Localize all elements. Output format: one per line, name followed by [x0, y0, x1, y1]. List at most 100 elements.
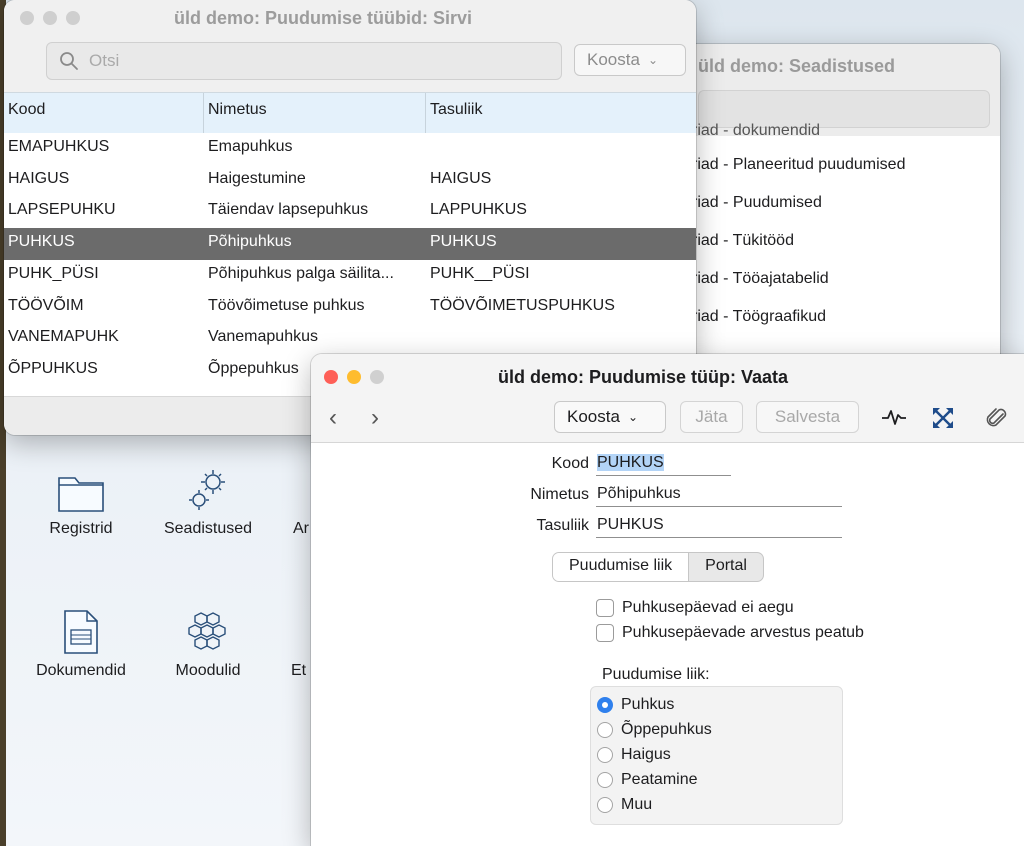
- radio-label: Puhkus: [621, 696, 675, 713]
- minimize-button[interactable]: [43, 11, 57, 25]
- zoom-button[interactable]: [370, 370, 384, 384]
- settings-list-item[interactable]: riad - Töögraafikud: [692, 308, 826, 326]
- tab-portal[interactable]: Portal: [689, 553, 763, 581]
- record-window: üld demo: Puudumise tüüp: Vaata ‹ › Koos…: [311, 354, 1024, 846]
- tasuliik-field[interactable]: PUHKUS: [596, 515, 842, 538]
- table-cell-tasuliik: PUHKUS: [430, 233, 497, 251]
- search-input[interactable]: [87, 50, 531, 72]
- koosta-label: Koosta: [587, 50, 640, 69]
- table-cell-tasuliik: LAPPUHKUS: [430, 201, 527, 219]
- folder-icon: [26, 466, 136, 514]
- desktop-icon-moodulid[interactable]: Moodulid: [153, 608, 263, 680]
- nimetus-label: Nimetus: [530, 486, 589, 503]
- desktop-icon-registrid[interactable]: Registrid: [26, 466, 136, 538]
- checkbox-arvestus-peatub[interactable]: Puhkusepäevade arvestus peatub: [596, 624, 864, 642]
- jata-button[interactable]: Jäta: [680, 401, 743, 433]
- desktop-icon-label: Registrid: [49, 520, 113, 537]
- table-row[interactable]: HAIGUS Haigestumine HAIGUS: [4, 165, 696, 197]
- koosta-button[interactable]: Koosta ⌄: [574, 44, 686, 76]
- table-header: Kood Nimetus Tasuliik: [4, 92, 696, 134]
- settings-list-item[interactable]: riad - dokumendid: [692, 122, 820, 140]
- gears-icon: [153, 466, 263, 514]
- radio-button[interactable]: [597, 722, 613, 738]
- desktop-icon-label: Moodulid: [175, 662, 241, 679]
- browse-titlebar: üld demo: Puudumise tüübid: Sirvi Koosta…: [4, 0, 696, 92]
- kood-field[interactable]: PUHKUS: [596, 453, 731, 476]
- koosta-label: Koosta: [567, 407, 620, 426]
- chevron-down-icon: ⌄: [627, 410, 638, 424]
- table-row[interactable]: PUHKUS Põhipuhkus PUHKUS: [4, 228, 696, 261]
- radio-haigus[interactable]: Haigus: [597, 746, 671, 764]
- search-icon: [60, 52, 78, 70]
- desktop-icon-partial[interactable]: Et: [291, 608, 311, 680]
- table-cell-kood: PUHK_PÜSI: [8, 264, 99, 282]
- column-header-nimetus[interactable]: Nimetus: [203, 93, 425, 133]
- desktop-icon-dokumendid[interactable]: Dokumendid: [26, 608, 136, 680]
- table-row[interactable]: PUHK_PÜSI Põhipuhkus palga säilita... PUHK…: [4, 260, 696, 292]
- desktop-icon-label: Seadistused: [163, 520, 253, 537]
- paperclip-icon[interactable]: [985, 406, 1009, 432]
- radio-label: Muu: [621, 796, 653, 813]
- settings-list-item[interactable]: riad - Tükitööd: [692, 232, 794, 250]
- back-arrow-icon[interactable]: ‹: [329, 404, 337, 432]
- forward-arrow-icon[interactable]: ›: [371, 404, 379, 432]
- search-box[interactable]: [46, 42, 562, 80]
- window-title: üld demo: Puudumise tüüp: Vaata: [498, 367, 789, 387]
- radio-button[interactable]: [597, 747, 613, 763]
- table-cell-nimetus: Emapuhkus: [208, 138, 293, 155]
- radio-puhkus[interactable]: Puhkus: [597, 696, 674, 714]
- column-header-kood[interactable]: Kood: [4, 93, 203, 133]
- activity-icon[interactable]: [881, 406, 907, 428]
- table-cell-tasuliik: PUHK__PÜSI: [430, 264, 530, 282]
- tab-puudumise-liik[interactable]: Puudumise liik: [553, 553, 690, 581]
- close-button[interactable]: [324, 370, 338, 384]
- radio-oppepuhkus[interactable]: Õppepuhkus: [597, 721, 712, 739]
- column-header-tasuliik[interactable]: Tasuliik: [425, 93, 696, 133]
- radio-label: Peatamine: [621, 771, 698, 788]
- table-cell-nimetus: Haigestumine: [208, 169, 306, 187]
- zoom-button[interactable]: [66, 11, 80, 25]
- table-cell-nimetus: Töövõimetuse puhkus: [208, 296, 365, 314]
- checkbox-box[interactable]: [596, 599, 614, 617]
- table-row[interactable]: EMAPUHKUS Emapuhkus: [4, 133, 696, 165]
- table-row[interactable]: TÖÖVÕIM Töövõimetuse puhkus TÖÖVÕIMETUSPUH…: [4, 292, 696, 324]
- radio-button[interactable]: [597, 772, 613, 788]
- tab-bar: Puudumise liik Portal: [552, 552, 764, 582]
- radio-label: Õppepuhkus: [621, 721, 712, 738]
- chevron-down-icon: ⌄: [647, 53, 658, 67]
- radio-label: Haigus: [621, 746, 671, 763]
- koosta-button[interactable]: Koosta ⌄: [554, 401, 666, 433]
- radio-group-puudumise-liik: Puhkus Õppepuhkus Haigus Peatamine Muu: [590, 686, 843, 825]
- table-cell-kood: VANEMAPUHK: [8, 328, 119, 346]
- table-cell-tasuliik: TÖÖVÕIMETUSPUHKUS: [430, 296, 615, 314]
- table-row[interactable]: LAPSEPUHKU Täiendav lapsepuhkus LAPPUHKUS: [4, 196, 696, 228]
- table-cell-kood: HAIGUS: [8, 169, 70, 187]
- table-cell-kood: PUHKUS: [8, 233, 75, 251]
- settings-list-item[interactable]: riad - Planeeritud puudumised: [692, 156, 905, 174]
- checkbox-puhkusepaevad-ei-aegu[interactable]: Puhkusepäevad ei aegu: [596, 599, 794, 617]
- table-cell-nimetus: Põhipuhkus palga säilita...: [208, 264, 394, 282]
- settings-list-item[interactable]: riad - Puudumised: [692, 194, 822, 212]
- checkbox-box[interactable]: [596, 624, 614, 642]
- desktop-icon-partial[interactable]: Ar: [293, 466, 313, 538]
- radio-button[interactable]: [597, 797, 613, 813]
- settings-list-item[interactable]: riad - Tööajatabelid: [692, 270, 829, 288]
- salvesta-button[interactable]: Salvesta: [756, 401, 859, 433]
- table-cell-kood: LAPSEPUHKU: [8, 201, 116, 219]
- close-button[interactable]: [20, 11, 34, 25]
- table-cell-tasuliik: HAIGUS: [430, 169, 492, 187]
- tasuliik-label: Tasuliik: [536, 517, 589, 534]
- window-title: üld demo: Seadistused: [698, 56, 896, 76]
- kood-label: Kood: [551, 455, 589, 472]
- minimize-button[interactable]: [347, 370, 361, 384]
- radio-peatamine[interactable]: Peatamine: [597, 771, 698, 789]
- nimetus-field[interactable]: Põhipuhkus: [596, 484, 842, 507]
- traffic-lights: [20, 11, 80, 25]
- table-row[interactable]: VANEMAPUHK Vanemapuhkus: [4, 323, 696, 355]
- table-cell-kood: ÕPPUHKUS: [8, 359, 98, 377]
- desktop-icon-seadistused[interactable]: Seadistused: [153, 466, 263, 538]
- radio-muu[interactable]: Muu: [597, 796, 652, 814]
- radio-button[interactable]: [597, 697, 613, 713]
- expand-icon[interactable]: [931, 406, 955, 430]
- table-cell-nimetus: Vanemapuhkus: [208, 328, 318, 346]
